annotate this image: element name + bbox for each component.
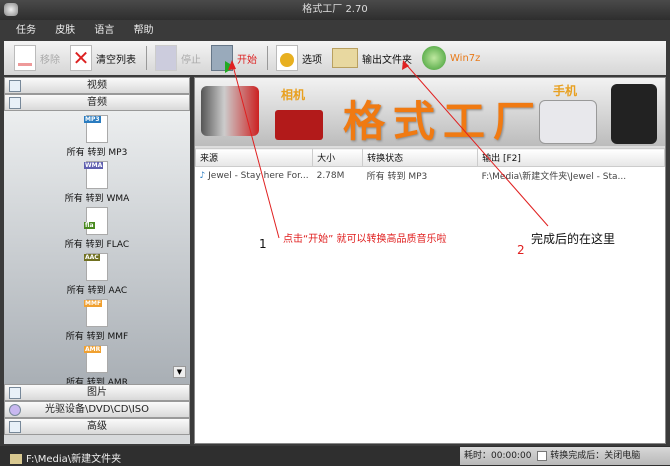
annotation-number-2: 2 <box>517 243 525 257</box>
output-path[interactable]: F:\Media\新建文件夹 <box>10 450 121 465</box>
arrowhead-output <box>402 60 409 70</box>
status-right: 耗时：00:00:00 转换完成后：关闭电脑 <box>460 447 670 465</box>
arrow-to-start <box>231 61 280 239</box>
elapsed-time: 耗时：00:00:00 <box>464 451 532 461</box>
annotation-number-1: 1 <box>259 237 267 251</box>
status-bar: F:\Media\新建文件夹 耗时：00:00:00 转换完成后：关闭电脑 <box>0 446 670 466</box>
arrow-to-output-folder <box>403 61 549 227</box>
shutdown-checkbox[interactable] <box>537 450 548 461</box>
folder-icon <box>10 454 22 464</box>
annotation-text-2: 完成后的在这里 <box>531 232 616 246</box>
annotation-text-1: 点击“开始” 就可以转换高品质音乐啦 <box>283 234 447 245</box>
arrowhead-start <box>228 60 236 70</box>
shutdown-label[interactable]: 转换完成后：关闭电脑 <box>550 451 640 461</box>
